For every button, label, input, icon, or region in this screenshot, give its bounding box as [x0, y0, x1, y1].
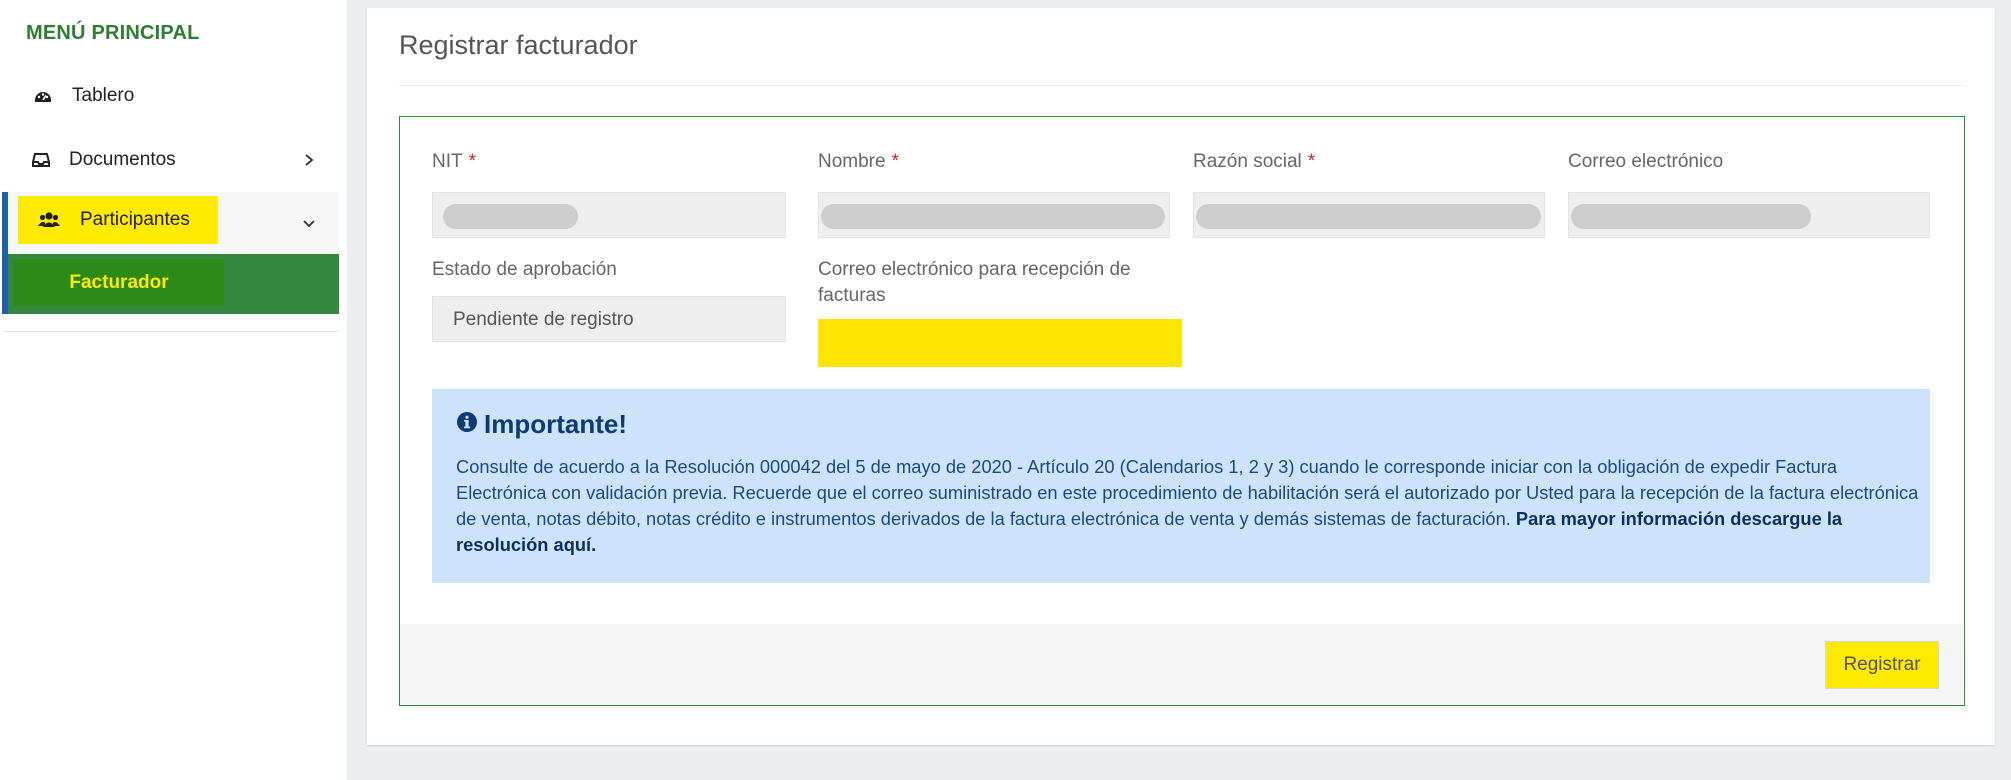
registration-form: NIT * Nombre * Razón social * Correo electr… — [399, 116, 1965, 706]
important-alert: Importante! Consulte de acuerdo a la Res… — [432, 389, 1930, 583]
main-card: Registrar facturador NIT * Nombre * Razón … — [367, 8, 1995, 745]
registrar-button[interactable]: Registrar — [1825, 641, 1939, 689]
title-divider — [399, 85, 1965, 86]
sidebar-subitem-facturador[interactable]: Facturador — [2, 254, 339, 314]
users-icon — [38, 209, 60, 231]
participantes-highlight: Participantes — [18, 196, 218, 244]
nombre-field[interactable] — [818, 192, 1170, 238]
required-mark: * — [891, 151, 899, 172]
menu-title: MENÚ PRINCIPAL — [26, 22, 200, 44]
redacted-value — [1571, 204, 1811, 229]
info-icon — [456, 411, 478, 438]
nit-field[interactable] — [432, 192, 786, 238]
required-mark: * — [1307, 151, 1316, 172]
correo-recepcion-label: Correo electrónico para recepción de fac… — [818, 259, 1131, 306]
nombre-label: Nombre * — [818, 151, 899, 172]
correo-field[interactable] — [1568, 192, 1930, 238]
sidebar-item-participantes[interactable]: Participantes — [2, 192, 339, 254]
sidebar-subitem-label: Facturador — [69, 271, 169, 293]
razon-social-label: Razón social * — [1193, 151, 1316, 172]
estado-label: Estado de aprobación — [432, 259, 617, 280]
facturador-highlight: Facturador — [14, 259, 224, 306]
chevron-right-icon — [301, 152, 317, 168]
sidebar: MENÚ PRINCIPAL Tablero Documentos Partic… — [0, 0, 347, 780]
sidebar-item-documentos[interactable]: Documentos — [0, 130, 339, 190]
alert-title: Importante! — [484, 409, 627, 439]
sidebar-item-label: Participantes — [80, 209, 190, 230]
redacted-value — [821, 204, 1165, 229]
razon-social-field[interactable] — [1193, 192, 1545, 238]
estado-value: Pendiente de registro — [453, 309, 634, 330]
correo-recepcion-field[interactable] — [818, 319, 1182, 367]
dashboard-icon — [32, 85, 54, 107]
sidebar-item-label: Tablero — [72, 85, 135, 106]
sidebar-item-tablero[interactable]: Tablero — [0, 66, 339, 126]
chevron-down-icon — [301, 215, 317, 231]
alert-header: Importante! — [456, 409, 627, 440]
redacted-value — [1196, 204, 1541, 229]
redacted-value — [443, 204, 578, 229]
estado-field: Pendiente de registro — [432, 296, 786, 342]
required-mark: * — [468, 151, 477, 172]
form-footer: Registrar — [400, 624, 1963, 704]
nit-label: NIT * — [432, 151, 477, 172]
page-title: Registrar facturador — [399, 30, 638, 60]
alert-body: Consulte de acuerdo a la Resolución 0000… — [456, 454, 1926, 558]
correo-label: Correo electrónico — [1568, 151, 1724, 172]
inbox-icon — [30, 149, 52, 171]
sidebar-divider — [2, 331, 339, 332]
sidebar-item-label: Documentos — [69, 149, 176, 170]
